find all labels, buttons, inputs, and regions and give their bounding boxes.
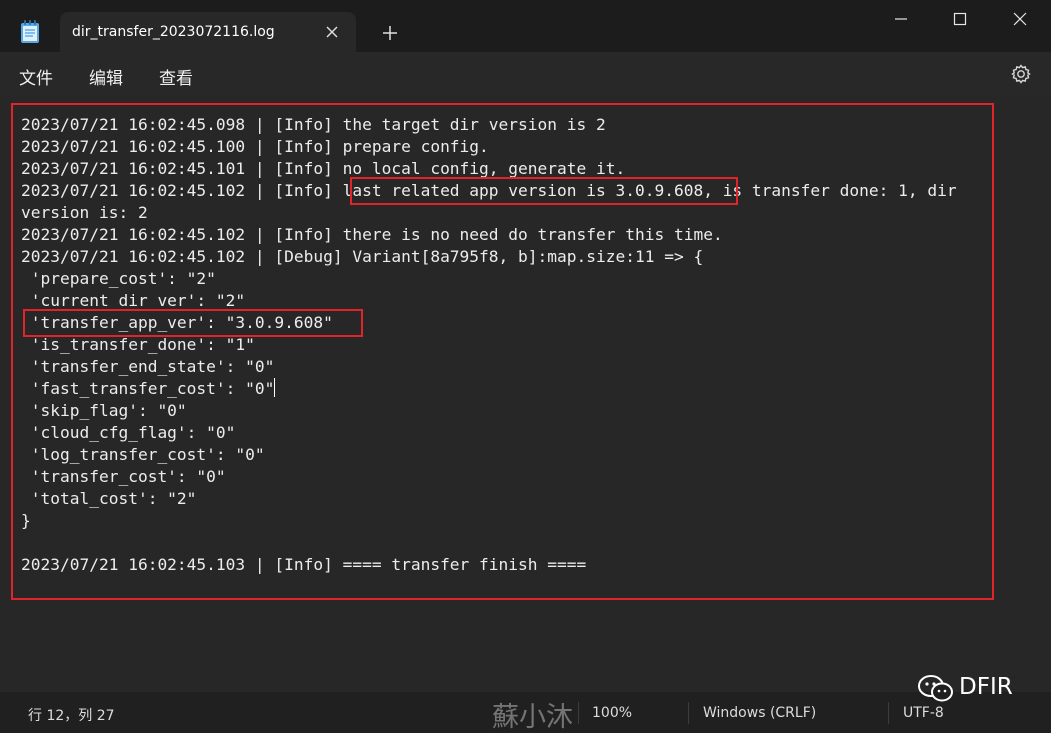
highlight-box-app-version <box>350 177 738 205</box>
menu-edit[interactable]: 编辑 <box>89 64 123 89</box>
status-bar: 行 12，列 27 蘇小沐 100% Windows (CRLF) UTF-8 … <box>0 674 1051 733</box>
tab-title: dir_transfer_2023072116.log <box>72 24 275 40</box>
line-ending[interactable]: Windows (CRLF) <box>703 705 816 721</box>
close-window-button[interactable] <box>992 0 1050 38</box>
plus-icon[interactable] <box>379 22 401 44</box>
status-divider <box>688 702 689 724</box>
status-divider <box>578 702 579 724</box>
close-icon[interactable] <box>322 22 342 42</box>
watermark-brand-text: DFIR <box>959 674 1013 700</box>
tab-document[interactable]: dir_transfer_2023072116.log <box>60 12 356 53</box>
title-bar: dir_transfer_2023072116.log <box>0 0 1051 53</box>
close-window-icon <box>1013 12 1027 26</box>
minimize-icon <box>895 18 907 20</box>
watermark-brand: DFIR <box>918 670 1048 706</box>
cursor-position[interactable]: 行 12，列 27 <box>28 705 115 725</box>
minimize-button[interactable] <box>873 0 931 38</box>
watermark-author: 蘇小沐 <box>492 702 573 733</box>
encoding[interactable]: UTF-8 <box>903 705 944 721</box>
zoom-level[interactable]: 100% <box>592 705 632 721</box>
status-divider <box>888 702 889 724</box>
notepad-icon <box>20 20 40 44</box>
highlight-box-transfer-app-ver <box>23 309 363 337</box>
menu-bar: 文件 编辑 查看 <box>0 52 1051 96</box>
menu-view[interactable]: 查看 <box>159 64 193 89</box>
gear-icon[interactable] <box>1009 62 1033 86</box>
maximize-icon <box>953 12 967 26</box>
menu-file[interactable]: 文件 <box>19 64 53 89</box>
wechat-icon <box>918 675 953 702</box>
text-editor[interactable]: 2023/07/21 16:02:45.098 | [Info] the tar… <box>0 96 1051 692</box>
maximize-button[interactable] <box>932 0 990 38</box>
